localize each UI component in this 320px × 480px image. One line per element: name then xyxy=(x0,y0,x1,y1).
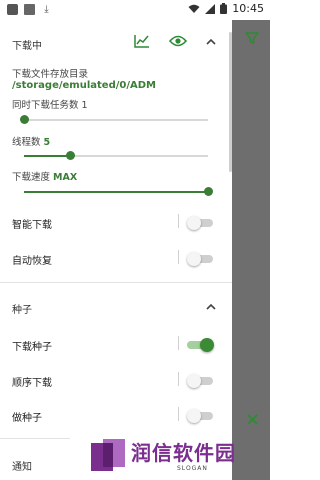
threads-value: 5 xyxy=(43,137,51,148)
speed-label: 下载速度 MAX xyxy=(12,169,77,183)
threads-label: 线程数 5 xyxy=(12,134,50,148)
row-divider xyxy=(178,372,179,386)
watermark-title: 润信软件园 xyxy=(131,441,236,465)
slider-knob[interactable] xyxy=(204,187,213,196)
slider-knob[interactable] xyxy=(20,115,29,124)
smart-download-toggle[interactable] xyxy=(187,216,213,230)
threads-label-text: 线程数 xyxy=(12,137,41,148)
concurrent-value: 1 xyxy=(81,100,88,111)
eye-icon[interactable] xyxy=(169,35,187,47)
toggle-thumb xyxy=(187,409,201,423)
battery-icon xyxy=(220,3,228,14)
settings-panel: 下载中 下载文件存放目录 /storage/emulated/0/ADM 同时下… xyxy=(0,20,232,480)
slider-fill xyxy=(24,155,70,157)
toggle-thumb xyxy=(187,216,201,230)
row-divider xyxy=(178,336,179,350)
watermark-slogan: SLOGAN xyxy=(177,465,208,472)
signal-icon xyxy=(205,3,216,14)
notification-icon xyxy=(7,4,18,15)
smart-download-label: 智能下载 xyxy=(12,220,52,231)
chart-icon[interactable] xyxy=(134,34,150,48)
sequential-download-toggle[interactable] xyxy=(187,374,213,388)
slider-fill xyxy=(24,191,208,193)
notify-section-title: 通知 xyxy=(12,462,32,473)
status-left-icons: ⤓ xyxy=(7,4,52,15)
image-icon xyxy=(24,4,35,15)
threads-slider[interactable] xyxy=(24,151,208,161)
chevron-up-icon[interactable] xyxy=(206,37,216,47)
auto-resume-label: 自动恢复 xyxy=(12,256,52,267)
dir-value[interactable]: /storage/emulated/0/ADM xyxy=(12,80,156,91)
section-divider xyxy=(0,282,232,283)
dir-label: 下载文件存放目录 xyxy=(12,69,89,80)
wifi-icon xyxy=(188,4,200,13)
seeding-toggle[interactable] xyxy=(187,409,213,423)
download-icon: ⤓ xyxy=(44,4,49,15)
row-divider xyxy=(178,214,179,228)
toggle-thumb xyxy=(200,338,214,352)
speed-value: MAX xyxy=(53,172,78,183)
speed-label-text: 下载速度 xyxy=(12,172,51,183)
watermark: 润信软件园 SLOGAN xyxy=(91,437,251,475)
toggle-thumb xyxy=(187,374,201,388)
concurrent-label-text: 同时下载任务数 xyxy=(12,100,79,111)
concurrent-slider[interactable] xyxy=(20,115,208,125)
scrollbar-thumb[interactable] xyxy=(229,32,232,172)
seed-section-title: 种子 xyxy=(12,305,32,316)
auto-resume-toggle[interactable] xyxy=(187,252,213,266)
status-time: 10:45 xyxy=(232,2,264,15)
download-seed-label: 下载种子 xyxy=(12,342,52,353)
chevron-up-icon[interactable] xyxy=(206,302,216,312)
toggle-thumb xyxy=(187,252,201,266)
slider-track xyxy=(24,119,208,121)
status-bar: ⤓ 10:45 xyxy=(0,0,270,20)
row-divider xyxy=(178,407,179,421)
sequential-download-label: 顺序下载 xyxy=(12,378,52,389)
row-divider xyxy=(178,250,179,264)
download-seed-toggle[interactable] xyxy=(187,338,214,352)
download-section-title: 下载中 xyxy=(12,41,42,52)
close-icon[interactable]: ✕ xyxy=(245,412,260,430)
section-divider xyxy=(0,438,70,439)
slider-knob[interactable] xyxy=(66,151,75,160)
watermark-logo-icon xyxy=(91,439,125,471)
seeding-label: 做种子 xyxy=(12,413,42,424)
concurrent-label: 同时下载任务数 1 xyxy=(12,97,88,111)
speed-slider[interactable] xyxy=(24,187,213,197)
filter-icon xyxy=(245,32,259,44)
status-right-icons: 10:45 xyxy=(188,2,264,15)
